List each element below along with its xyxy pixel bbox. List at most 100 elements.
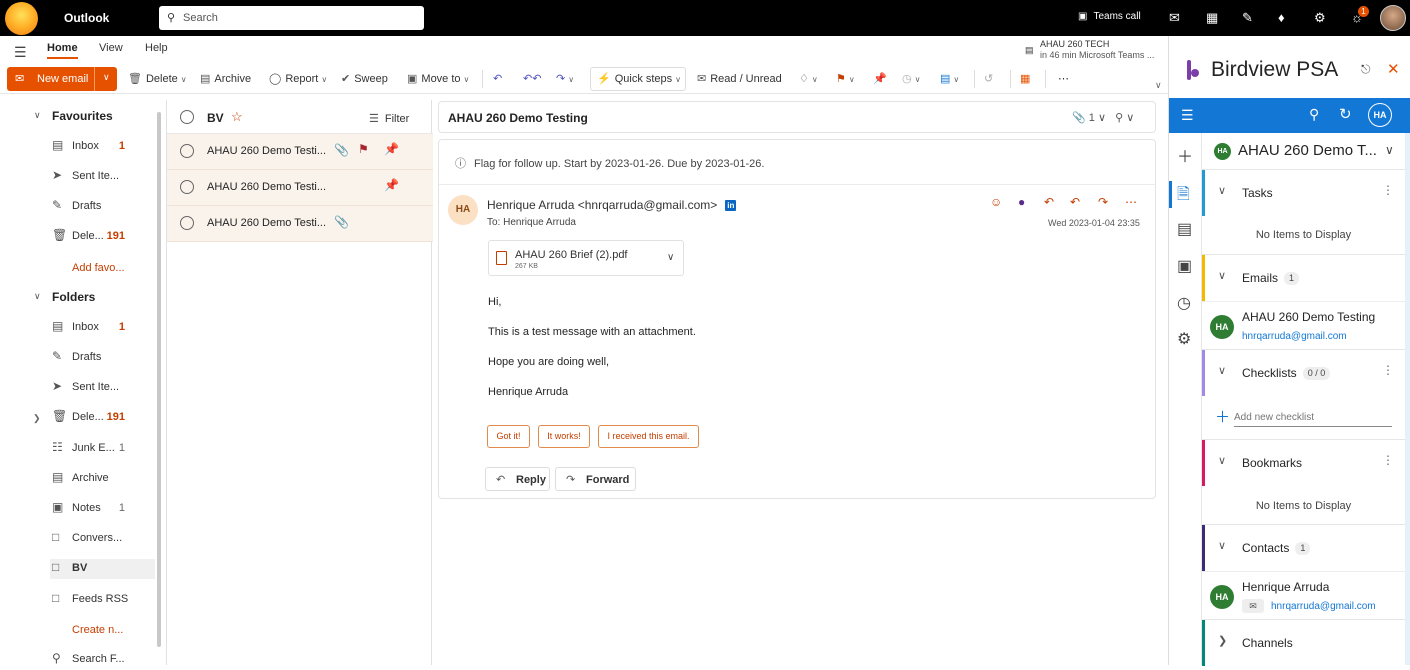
fav-item-deleted[interactable]: 🗑 Dele... 191	[50, 227, 155, 247]
rules-icon[interactable]: ▤ ∨	[940, 72, 959, 85]
app-name[interactable]: Outlook	[64, 11, 109, 25]
apps-icon[interactable]: ▦	[1020, 72, 1030, 85]
filter-button[interactable]: ☰ Filter	[369, 112, 409, 125]
office-icon[interactable]: ▦	[1206, 10, 1218, 26]
suggested-reply[interactable]: I received this email.	[598, 425, 699, 448]
birdview-icon[interactable]: ●	[1018, 195, 1025, 209]
meeting-reminder[interactable]: ▤ AHAU 260 TECH in 46 min Microsoft Team…	[1025, 39, 1154, 61]
search-icon[interactable]: ⚲	[1309, 106, 1319, 123]
more-vertical-icon[interactable]: ⋮	[1382, 453, 1394, 467]
bookmarks-header[interactable]: ∨ Bookmarks ⋮	[1202, 440, 1405, 486]
forward-icon[interactable]: ↷ ∨	[556, 72, 574, 85]
folder-inbox[interactable]: ▤ Inbox 1	[50, 318, 155, 338]
hamburger-icon[interactable]: ☰	[14, 44, 27, 61]
fav-item-drafts[interactable]: ✎ Drafts	[50, 197, 155, 217]
tab-view[interactable]: View	[99, 42, 123, 54]
folder-drafts[interactable]: ✎ Drafts	[50, 348, 155, 368]
sender-avatar[interactable]: HA	[448, 195, 478, 225]
add-checklist-input[interactable]	[1234, 408, 1392, 427]
folder-sent[interactable]: ➤ Sent Ite...	[50, 378, 155, 398]
create-new-folder-link[interactable]: Create n...	[72, 624, 123, 636]
user-avatar[interactable]: HA	[1368, 103, 1392, 127]
clipboard-icon[interactable]: ▣	[1177, 256, 1192, 276]
hamburger-icon[interactable]: ☰	[1181, 107, 1194, 124]
list-icon[interactable]: ▤	[1177, 219, 1192, 239]
sweep-button[interactable]: ✔ Sweep	[341, 72, 388, 85]
more-icon[interactable]: ⋯	[1125, 195, 1137, 209]
archive-button[interactable]: ▤ Archive	[200, 72, 251, 85]
read-unread-button[interactable]: ✉ Read / Unread	[697, 72, 782, 85]
chevron-down-icon[interactable]: ∨	[103, 72, 110, 83]
fav-item-sent[interactable]: ➤ Sent Ite...	[50, 167, 155, 187]
reply-icon[interactable]: ↶	[493, 72, 502, 85]
timer-icon[interactable]: ◷	[1177, 293, 1191, 313]
channels-header[interactable]: ❯ Channels	[1202, 620, 1405, 666]
close-icon[interactable]: ✕	[1387, 60, 1400, 78]
gear-icon[interactable]: ⚙	[1314, 10, 1326, 26]
project-selector[interactable]: HA AHAU 260 Demo T... ∨	[1202, 133, 1405, 169]
tasks-header[interactable]: ∨ Tasks ⋮	[1202, 170, 1405, 216]
clock-icon[interactable]: ◷ ∨	[902, 72, 920, 85]
folders-header[interactable]: ∨ Folders	[34, 290, 95, 304]
tag-icon[interactable]: ♢ ∨	[799, 72, 818, 85]
bell-icon[interactable]: ♦	[1278, 10, 1285, 25]
folder-bv[interactable]: □ BV	[50, 559, 155, 579]
checklists-header[interactable]: ∨ Checklists 0 / 0 ⋮	[1202, 350, 1405, 396]
message-row[interactable]: AHAU 260 Demo Testi... 📎 ⚑ 📌	[167, 134, 433, 170]
emails-header[interactable]: ∨ Emails 1	[1202, 255, 1405, 301]
contacts-header[interactable]: ∨ Contacts 1	[1202, 525, 1405, 571]
star-icon[interactable]: ☆	[231, 109, 243, 125]
message-checkbox[interactable]	[180, 180, 194, 194]
plus-icon[interactable]: ＋	[1215, 406, 1230, 427]
tab-help[interactable]: Help	[145, 42, 168, 54]
folder-junk[interactable]: ☷ Junk E... 1	[50, 439, 155, 459]
pin-icon[interactable]: 📌	[384, 178, 399, 192]
chevron-down-icon[interactable]: ∨	[667, 252, 674, 263]
reply-button[interactable]: ↶ Reply	[485, 467, 550, 491]
message-checkbox[interactable]	[180, 216, 194, 230]
record-email-link[interactable]: hnrqarruda@gmail.com	[1271, 601, 1376, 612]
folder-feeds-rss[interactable]: □ Feeds RSS	[50, 590, 155, 610]
ribbon-collapse-icon[interactable]: ∨	[1155, 80, 1162, 91]
reply-icon[interactable]: ↶	[1044, 195, 1054, 209]
pin-icon[interactable]: 📌	[873, 72, 887, 85]
more-icon[interactable]: ⋯	[1058, 72, 1069, 85]
pin-icon[interactable]: 📌	[384, 142, 399, 156]
delete-button[interactable]: 🗑 Delete ∨	[128, 72, 187, 85]
contact-record[interactable]: HA Henrique Arruda ✉ hnrqarruda@gmail.co…	[1202, 571, 1405, 619]
reply-all-icon[interactable]: ↶	[1070, 195, 1080, 209]
more-vertical-icon[interactable]: ⋮	[1382, 363, 1394, 377]
search-box[interactable]: ⚲ Search	[159, 6, 424, 30]
suggested-reply[interactable]: It works!	[538, 425, 590, 448]
attachment-count-button[interactable]: 📎 1 ∨ ⚲ ∨	[1072, 111, 1134, 124]
birdview-scrollbar[interactable]	[1405, 133, 1410, 665]
fav-item-inbox[interactable]: ▤ Inbox 1	[50, 137, 155, 157]
add-favourite-link[interactable]: Add favo...	[72, 262, 125, 274]
message-row[interactable]: AHAU 260 Demo Testi... 📎	[167, 206, 433, 242]
more-vertical-icon[interactable]: ⋮	[1382, 183, 1394, 197]
refresh-icon[interactable]: ↻	[1339, 105, 1352, 123]
pin-icon[interactable]: ⎋	[1361, 62, 1371, 77]
suggested-reply[interactable]: Got it!	[487, 425, 530, 448]
zoom-icon[interactable]: ⚲	[1115, 112, 1123, 124]
favourites-header[interactable]: ∨ Favourites	[34, 109, 113, 123]
forward-icon[interactable]: ↷	[1098, 195, 1108, 209]
folder-notes[interactable]: ▣ Notes 1	[50, 499, 155, 519]
folder-deleted[interactable]: 🗑 Dele... 191	[50, 408, 155, 428]
tab-home[interactable]: Home	[47, 42, 78, 59]
chevron-right-icon[interactable]: ❯	[33, 413, 41, 424]
email-record[interactable]: HA AHAU 260 Demo Testing hnrqarruda@gmai…	[1202, 301, 1405, 349]
plus-icon[interactable]: ＋	[1177, 143, 1193, 167]
edit-icon[interactable]: ✎	[1242, 10, 1253, 26]
org-logo[interactable]	[5, 2, 38, 35]
move-to-button[interactable]: ▣ Move to ∨	[407, 72, 469, 85]
user-avatar[interactable]	[1380, 5, 1406, 31]
folder-archive[interactable]: ▤ Archive	[50, 469, 155, 489]
teams-call-button[interactable]: ▣ Teams call	[1072, 11, 1141, 22]
new-email-button[interactable]: ✉ New email ∨	[7, 67, 117, 91]
document-icon[interactable]: 🗎	[1177, 183, 1190, 210]
attachment-card[interactable]: AHAU 260 Brief (2).pdf 267 KB ∨	[488, 240, 684, 276]
linkedin-icon[interactable]: in	[725, 200, 737, 212]
emoji-icon[interactable]: ☺	[990, 195, 1002, 209]
message-row[interactable]: AHAU 260 Demo Testi... 📌	[167, 170, 433, 206]
